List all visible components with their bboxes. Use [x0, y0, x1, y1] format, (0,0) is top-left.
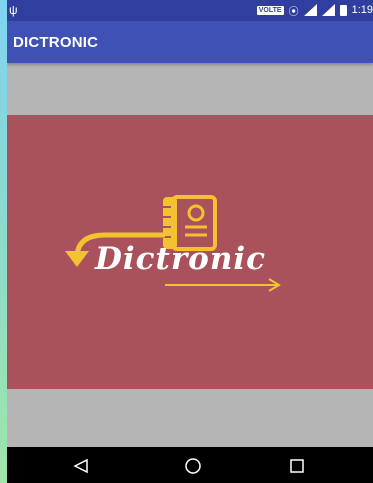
app-screen: ψ VOLTE ⦿ 1:19 DICTRONIC Dictronic	[7, 0, 373, 483]
app-title: DICTRONIC	[13, 34, 99, 51]
status-bar: ψ VOLTE ⦿ 1:19	[7, 0, 373, 21]
navigation-bar	[7, 447, 373, 483]
recents-button[interactable]	[287, 456, 307, 476]
vibrate-icon: ⦿	[288, 6, 299, 18]
home-button[interactable]	[183, 456, 203, 476]
signal-icon-secondary	[321, 4, 335, 16]
status-clock: 1:19	[351, 4, 373, 16]
signal-icon	[303, 4, 317, 16]
recents-icon	[290, 459, 304, 473]
usb-icon: ψ	[9, 3, 18, 17]
status-icons: VOLTE ⦿ 1:19	[256, 3, 373, 18]
back-icon	[73, 458, 88, 474]
home-icon	[185, 458, 201, 474]
app-bar: DICTRONIC	[7, 21, 373, 63]
battery-icon	[339, 4, 347, 16]
splash-banner: Dictronic	[7, 115, 373, 389]
logo-text: Dictronic	[95, 241, 267, 277]
back-button[interactable]	[71, 456, 91, 476]
volte-badge: VOLTE	[256, 5, 284, 15]
